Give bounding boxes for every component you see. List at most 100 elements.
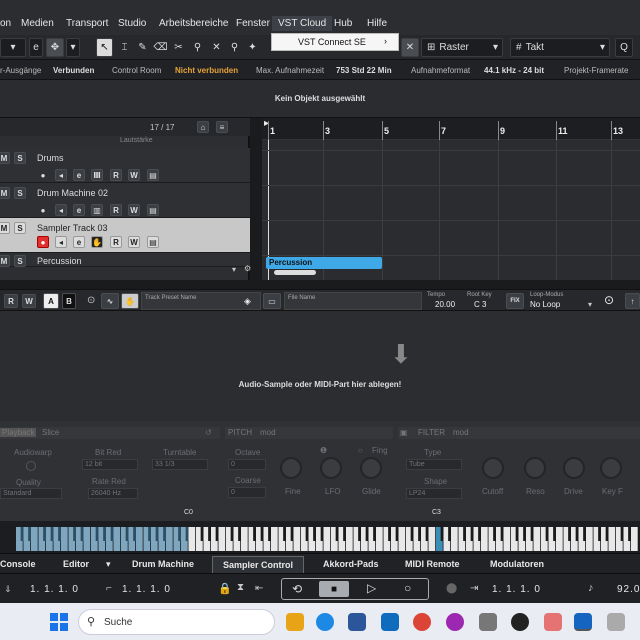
tab-editor[interactable]: Editor — [63, 559, 89, 569]
tab-console[interactable]: Console — [0, 559, 36, 569]
white-key[interactable] — [481, 527, 488, 551]
edit-icon[interactable]: e — [73, 169, 85, 181]
white-key[interactable] — [188, 527, 196, 551]
read-button[interactable]: R — [110, 169, 122, 181]
stop-icon[interactable]: ■ — [319, 581, 349, 597]
menu-item-help[interactable]: Hilfe — [367, 18, 387, 29]
taskbar-search[interactable]: ⚲ Suche — [78, 609, 275, 635]
bit-red-select[interactable]: 12 bit — [82, 459, 138, 470]
snipping-tool-icon[interactable] — [544, 613, 562, 631]
monitor-icon[interactable]: ◂ — [55, 169, 67, 181]
fine-knob[interactable] — [280, 457, 302, 479]
play-icon[interactable]: ▷ — [367, 581, 376, 595]
mute-tool-icon[interactable]: ✕ — [208, 38, 225, 57]
mute-button[interactable]: M — [0, 152, 10, 164]
menu-item-window2[interactable]: Fenster — [236, 18, 270, 29]
solo-button[interactable]: S — [14, 152, 26, 164]
tempo-display[interactable]: 92.00 — [617, 584, 640, 595]
sampler-icon[interactable]: ✋ — [91, 236, 103, 248]
white-key[interactable] — [293, 527, 301, 551]
track-row[interactable]: M S Percussion — [0, 253, 250, 267]
white-key[interactable] — [61, 527, 68, 551]
tab-midi-remote[interactable]: MIDI Remote — [405, 559, 460, 569]
tab-chord-pads[interactable]: Akkord-Pads — [323, 559, 379, 569]
key-follow-knob[interactable] — [600, 457, 622, 479]
monitor-icon[interactable]: ◂ — [55, 236, 67, 248]
write-button[interactable]: W — [22, 294, 36, 308]
b-button[interactable]: B — [62, 293, 76, 309]
instrument-icon[interactable]: Ⅲ — [91, 169, 103, 181]
arrow-left-icon[interactable]: ⇤ — [255, 583, 263, 594]
scrollbar-thumb[interactable] — [274, 270, 316, 275]
chrome-icon[interactable] — [413, 613, 431, 631]
menu-item-window[interactable]: on — [0, 18, 11, 29]
snap-icon[interactable]: ✕ — [401, 38, 419, 57]
fix-button[interactable]: FIX — [506, 293, 524, 309]
list-icon[interactable]: ≡ — [216, 121, 228, 133]
photos-icon[interactable] — [348, 613, 366, 631]
instrument-icon[interactable]: ▥ — [91, 204, 103, 216]
constrain-icon[interactable]: ✥ — [46, 38, 64, 57]
lock-icon[interactable]: 🔒 — [218, 582, 232, 595]
file-explorer-icon[interactable] — [286, 613, 304, 631]
mute-button[interactable]: M — [0, 187, 10, 199]
filter-mod-tab[interactable]: mod — [453, 428, 469, 437]
undo-icon[interactable]: ↺ — [205, 428, 212, 437]
grid-type-select[interactable]: ⊞ Raster ▾ — [421, 38, 503, 57]
mute-button[interactable]: M — [0, 222, 10, 234]
white-key[interactable] — [346, 527, 353, 551]
range-tool-icon[interactable]: ⌶ — [116, 38, 133, 57]
keyboard-svg[interactable] — [0, 521, 640, 553]
root-key-field[interactable]: Root Key C 3 — [465, 292, 500, 310]
white-key[interactable] — [608, 527, 616, 551]
white-key[interactable] — [241, 527, 248, 551]
pointer-tool-icon[interactable]: ↖ — [96, 38, 113, 57]
track-row[interactable]: M S Drum Machine 02 ● ◂ e ▥ R W ▤ — [0, 183, 250, 218]
glue-tool-icon[interactable]: ⚲ — [189, 38, 206, 57]
fing-toggle[interactable]: ○ — [358, 446, 363, 455]
mail-icon[interactable] — [381, 613, 399, 631]
folder-icon[interactable]: ⌂ — [197, 121, 209, 133]
white-key[interactable] — [83, 527, 91, 551]
white-key[interactable] — [503, 527, 511, 551]
track-row-selected[interactable]: M S Sampler Track 03 ● ◂ e ✋ R W ▤ — [0, 218, 250, 253]
menu-item-vst-cloud[interactable]: VST Cloud — [272, 16, 333, 31]
more-apps-icon[interactable] — [607, 613, 625, 631]
menu-item-studio[interactable]: Studio — [118, 18, 146, 29]
arrange-area[interactable]: Percussion — [262, 140, 640, 280]
mute-button[interactable]: M — [0, 255, 10, 267]
locator-icon[interactable]: ⌐ — [106, 583, 112, 594]
glide-knob[interactable] — [360, 457, 382, 479]
read-button[interactable]: R — [110, 204, 122, 216]
chevron-down-icon[interactable]: ▾ — [106, 559, 111, 570]
read-button[interactable]: R — [110, 236, 122, 248]
metronome-icon[interactable]: ♪ — [588, 582, 594, 594]
piano-keyboard[interactable]: C0 C3 — [0, 509, 640, 553]
punch-icon[interactable]: ⬤ — [446, 583, 457, 594]
white-key[interactable] — [166, 527, 173, 551]
power-icon[interactable]: ⊙ — [87, 295, 95, 306]
toolbar-dropdown[interactable]: ▾ — [0, 38, 26, 57]
write-button[interactable]: W — [128, 169, 140, 181]
windows-start-icon[interactable] — [50, 613, 68, 631]
record-icon[interactable]: ○ — [404, 581, 411, 595]
white-key[interactable] — [376, 527, 383, 551]
filter-shape-select[interactable]: LP24 — [406, 488, 462, 499]
menu-item-workspaces[interactable]: Arbeitsbereiche — [159, 18, 228, 29]
tab-playback[interactable]: Playback — [0, 428, 37, 437]
drive-knob[interactable] — [563, 457, 585, 479]
write-button[interactable]: W — [128, 204, 140, 216]
project-cursor[interactable]: 1. 1. 1. 0 — [122, 584, 171, 595]
track-row[interactable]: M S Drums ● ◂ e Ⅲ R W ▤ — [0, 148, 250, 183]
cubase-icon[interactable] — [574, 613, 592, 631]
white-key[interactable] — [586, 527, 593, 551]
zoom-tool-icon[interactable]: ⚲ — [226, 38, 243, 57]
rate-red-select[interactable]: 26040 Hz — [88, 488, 138, 499]
cutoff-knob[interactable] — [482, 457, 504, 479]
eraser-tool-icon[interactable]: ⌫ — [152, 38, 169, 57]
edit-icon[interactable]: e — [73, 236, 85, 248]
record-enable-icon[interactable]: ● — [37, 169, 49, 181]
calculator-icon[interactable] — [479, 613, 497, 631]
white-key[interactable] — [533, 527, 541, 551]
loop-mode-select[interactable]: Loop-Modus No Loop ▾ — [528, 292, 596, 310]
